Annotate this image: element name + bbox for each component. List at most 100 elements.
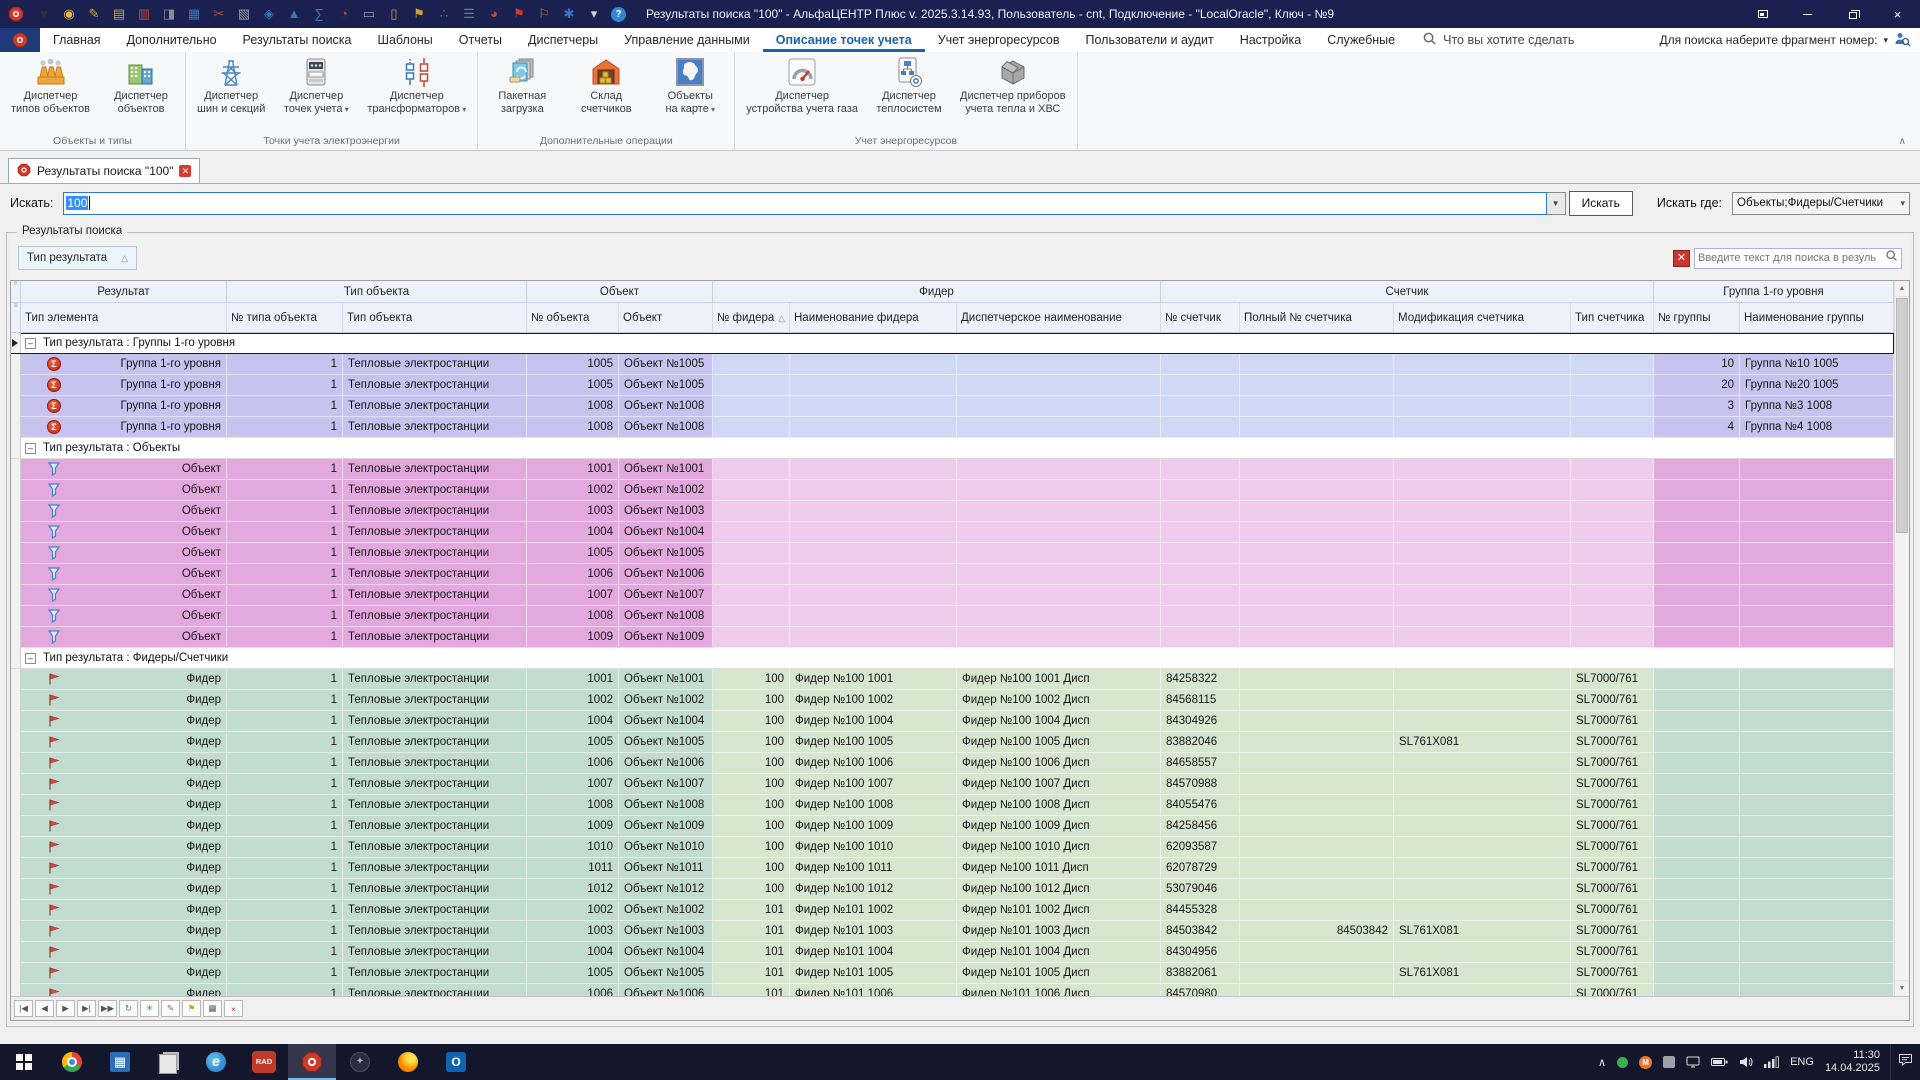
- minimize-button[interactable]: [1785, 0, 1830, 28]
- table-row[interactable]: Фидер1Тепловые электростанции1004Объект …: [11, 711, 1894, 732]
- sum-table-icon[interactable]: ∑: [311, 6, 327, 22]
- taskbar-app-chrome[interactable]: [48, 1044, 96, 1080]
- table-row[interactable]: Фидер1Тепловые электростанции1011Объект …: [11, 858, 1894, 879]
- clipboard-add-icon[interactable]: ▥: [136, 6, 152, 22]
- tower-button[interactable]: Диспетчершин и секций: [188, 52, 274, 116]
- table-row[interactable]: Фидер1Тепловые электростанции1006Объект …: [11, 753, 1894, 774]
- scroll-up-icon[interactable]: ▲: [1895, 281, 1909, 297]
- flag-icon[interactable]: ⚑: [511, 6, 527, 22]
- chevron-up-icon[interactable]: ∧: [1598, 1056, 1606, 1069]
- group-row[interactable]: –Тип результата : Фидеры/Счетчики: [11, 648, 1894, 669]
- table-row[interactable]: Объект1Тепловые электростанции1005Объект…: [11, 543, 1894, 564]
- taskbar-app-alphacenter[interactable]: [288, 1044, 336, 1080]
- band-header[interactable]: Группа 1-го уровня: [1654, 281, 1894, 303]
- table-icon[interactable]: ▦: [186, 6, 202, 22]
- ribbon-tab[interactable]: Пользователи и аудит: [1073, 28, 1227, 52]
- band-header[interactable]: Результат: [21, 281, 227, 303]
- column-header[interactable]: Тип элемента: [21, 303, 227, 333]
- nav-filter-button[interactable]: ⚑: [182, 1000, 201, 1017]
- grid-filter-input[interactable]: [1698, 252, 1885, 264]
- notification-center-button[interactable]: [1890, 1044, 1920, 1080]
- gray-app-icon[interactable]: [1663, 1056, 1675, 1068]
- search-button[interactable]: Искать: [1569, 191, 1633, 216]
- app-menu-button[interactable]: [0, 28, 40, 52]
- search-icon[interactable]: [1885, 249, 1898, 267]
- nav-cancel-button[interactable]: ×: [224, 1000, 243, 1017]
- filter-doc-icon[interactable]: ⚑: [411, 6, 427, 22]
- ribbon-tab[interactable]: Настройка: [1227, 28, 1315, 52]
- close-button[interactable]: ×: [1875, 0, 1920, 28]
- column-header[interactable]: № фидера△: [713, 303, 790, 333]
- gas-button[interactable]: Диспетчерустройства учета газа: [737, 52, 867, 116]
- table-row[interactable]: Объект1Тепловые электростанции1007Объект…: [11, 585, 1894, 606]
- table-row[interactable]: Фидер1Тепловые электростанции1012Объект …: [11, 879, 1894, 900]
- taskbar-app-sheets[interactable]: ▦: [96, 1044, 144, 1080]
- map-pin-icon[interactable]: ◈: [261, 6, 277, 22]
- table-row[interactable]: Фидер1Тепловые электростанции1002Объект …: [11, 900, 1894, 921]
- column-header[interactable]: Тип объекта: [343, 303, 527, 333]
- edit-doc-icon[interactable]: ✎: [86, 6, 102, 22]
- search-where-select[interactable]: Объекты;Фидеры/Счетчики ▾: [1732, 192, 1910, 215]
- nav-first-button[interactable]: |◀: [14, 1000, 33, 1017]
- column-header[interactable]: Диспетчерское наименование: [957, 303, 1161, 333]
- cut-chart-icon[interactable]: ✂: [211, 6, 227, 22]
- help-icon[interactable]: ?: [611, 7, 626, 22]
- group-row[interactable]: –Тип результата : Группы 1-го уровня: [11, 333, 1894, 354]
- close-tab-icon[interactable]: ✕: [179, 165, 191, 177]
- column-header[interactable]: Наименование фидера: [790, 303, 957, 333]
- nav-page-next-button[interactable]: ▶▶: [98, 1000, 117, 1017]
- nav-refresh-button[interactable]: ↻: [119, 1000, 138, 1017]
- volume-icon[interactable]: [1739, 1056, 1753, 1068]
- group-row[interactable]: –Тип результата : Объекты: [11, 438, 1894, 459]
- person-search-icon[interactable]: [1894, 31, 1910, 50]
- vertical-scrollbar[interactable]: ▲ ▼: [1894, 281, 1909, 996]
- ribbon-tab[interactable]: Диспетчеры: [515, 28, 611, 52]
- chevron-down-icon[interactable]: ▾: [1883, 35, 1888, 46]
- table-row[interactable]: Объект1Тепловые электростанции1009Объект…: [11, 627, 1894, 648]
- warehouse-button[interactable]: Складсчетчиков: [564, 52, 648, 116]
- monitor-icon[interactable]: [1686, 1056, 1700, 1068]
- ribbon-tab[interactable]: Учет энергоресурсов: [925, 28, 1073, 52]
- ribbon-tab[interactable]: Отчеты: [446, 28, 515, 52]
- scheme-icon[interactable]: ∴: [436, 6, 452, 22]
- table-row[interactable]: Фидер1Тепловые электростанции1002Объект …: [11, 690, 1894, 711]
- search-history-dropdown[interactable]: ▼: [1547, 192, 1566, 215]
- battery-icon[interactable]: [1711, 1057, 1728, 1067]
- ribbon-tab[interactable]: Управление данными: [611, 28, 763, 52]
- nav-add-button[interactable]: ✳: [140, 1000, 159, 1017]
- ribbon-tab[interactable]: Служебные: [1314, 28, 1408, 52]
- table-row[interactable]: Объект1Тепловые электростанции1002Объект…: [11, 480, 1894, 501]
- clear-filter-button[interactable]: ✕: [1673, 250, 1690, 267]
- column-header[interactable]: № типа объекта: [227, 303, 343, 333]
- document-tab[interactable]: Результаты поиска "100" ✕: [8, 158, 200, 183]
- nav-prev-button[interactable]: ◀: [35, 1000, 54, 1017]
- batch-button[interactable]: Пакетнаязагрузка: [480, 52, 564, 116]
- coin-icon[interactable]: ◉: [61, 6, 77, 22]
- fragment-search[interactable]: Для поиска наберите фрагмент номер: ▾: [1659, 28, 1920, 52]
- pin-button[interactable]: [1740, 0, 1785, 28]
- map-button[interactable]: Объектына карте ▾: [648, 52, 732, 116]
- transformer-button[interactable]: Диспетчертрансформаторов ▾: [358, 52, 475, 116]
- start-button[interactable]: [0, 1044, 48, 1080]
- scroll-down-icon[interactable]: ▼: [1895, 980, 1909, 996]
- clipboard-icon[interactable]: ▤: [111, 6, 127, 22]
- gauge-icon[interactable]: ◔: [336, 6, 352, 22]
- taskbar-app-rad[interactable]: RAD: [240, 1044, 288, 1080]
- collapse-icon[interactable]: –: [25, 443, 36, 454]
- table-row[interactable]: Фидер1Тепловые электростанции1009Объект …: [11, 816, 1894, 837]
- table-row[interactable]: Фидер1Тепловые электростанции1010Объект …: [11, 837, 1894, 858]
- nav-grid-button[interactable]: ▦: [203, 1000, 222, 1017]
- meter-button[interactable]: Диспетчерточек учета ▾: [274, 52, 358, 116]
- collapse-ribbon-icon[interactable]: ∧: [1899, 136, 1906, 147]
- table-row[interactable]: Объект1Тепловые электростанции1008Объект…: [11, 606, 1894, 627]
- band-header[interactable]: Счетчик: [1161, 281, 1654, 303]
- green-status-icon[interactable]: [1617, 1057, 1628, 1068]
- taskbar-app-edge[interactable]: e: [192, 1044, 240, 1080]
- table-row[interactable]: ΣГруппа 1-го уровня1Тепловые электростан…: [11, 417, 1894, 438]
- collapse-icon[interactable]: –: [25, 653, 36, 664]
- slot-icon[interactable]: ▭: [361, 6, 377, 22]
- taskbar-app-outlook[interactable]: O: [432, 1044, 480, 1080]
- nav-edit-button[interactable]: ✎: [161, 1000, 180, 1017]
- table-clock-icon[interactable]: ◕: [486, 6, 502, 22]
- new-doc-icon[interactable]: ▧: [236, 6, 252, 22]
